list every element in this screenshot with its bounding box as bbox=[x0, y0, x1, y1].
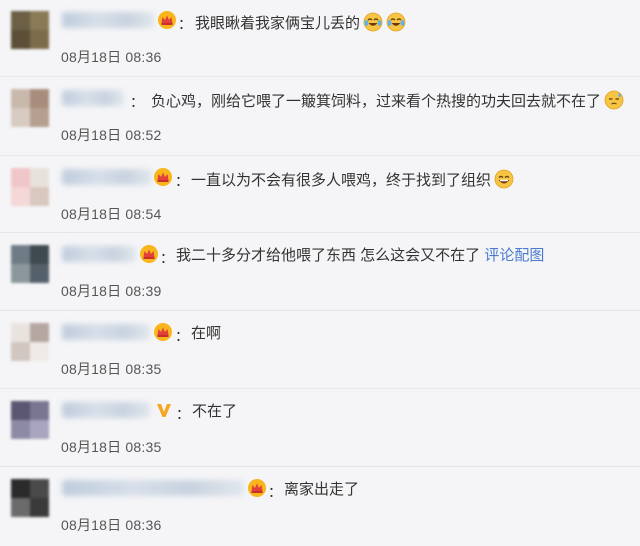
comment-time: 08月18日 08:36 bbox=[61, 517, 162, 533]
verified-v-badge-icon bbox=[154, 400, 174, 420]
cry-laugh-icon bbox=[363, 12, 383, 32]
crown-badge-icon bbox=[153, 322, 173, 342]
colon: ： bbox=[160, 250, 174, 266]
comment-time: 08月18日 08:36 bbox=[61, 49, 162, 65]
comment-item: ： 负心鸡，刚给它喂了一簸箕饲料，过来看个热搜的功夫回去就不在了 08月18日 … bbox=[0, 78, 640, 156]
comment-time: 08月18日 08:39 bbox=[61, 283, 162, 299]
comment-item: ： 我二十多分才给他喂了东西 怎么这会又不在了 评论配图 08月18日 08:3… bbox=[0, 234, 640, 312]
divider bbox=[0, 76, 640, 77]
colon: ： bbox=[175, 173, 189, 189]
comment-text: 一直以为不会有很多人喂鸡，终于找到了组织 bbox=[191, 169, 514, 191]
comment-time: 08月18日 08:52 bbox=[61, 127, 162, 143]
comment-image-link[interactable]: 评论配图 bbox=[484, 247, 544, 264]
username-blurred[interactable] bbox=[62, 246, 136, 262]
divider bbox=[0, 232, 640, 233]
comment-text: 在啊 bbox=[191, 325, 222, 342]
colon: ： bbox=[176, 406, 190, 422]
cry-laugh-icon bbox=[386, 12, 406, 32]
comment-list: ： 我眼瞅着我家俩宝儿丢的 08月18日 08:36 ： 负心鸡，刚给它喂了一簸… bbox=[0, 0, 640, 540]
comment-time: 08月18日 08:35 bbox=[61, 439, 162, 455]
divider bbox=[0, 388, 640, 389]
comment-item: ： 在啊 08月18日 08:35 bbox=[0, 312, 640, 390]
colon: ： bbox=[268, 484, 282, 500]
username-blurred[interactable] bbox=[62, 90, 124, 106]
avatar[interactable] bbox=[11, 168, 49, 206]
divider bbox=[0, 155, 640, 156]
crown-badge-icon bbox=[157, 10, 177, 30]
crown-badge-icon bbox=[153, 167, 173, 187]
avatar[interactable] bbox=[11, 401, 49, 439]
sweat-icon bbox=[604, 90, 624, 110]
colon: ： bbox=[130, 94, 144, 110]
avatar[interactable] bbox=[11, 11, 49, 49]
colon: ： bbox=[178, 16, 192, 32]
crown-badge-icon bbox=[247, 478, 267, 498]
avatar[interactable] bbox=[11, 323, 49, 361]
crown-badge-icon bbox=[139, 244, 159, 264]
avatar[interactable] bbox=[11, 89, 49, 127]
username-blurred[interactable] bbox=[62, 402, 150, 418]
username-blurred[interactable] bbox=[62, 480, 244, 496]
comment-time: 08月18日 08:54 bbox=[61, 206, 162, 222]
username-blurred[interactable] bbox=[62, 169, 152, 185]
comment-text: 我眼瞅着我家俩宝儿丢的 bbox=[195, 12, 406, 34]
avatar[interactable] bbox=[11, 245, 49, 283]
divider bbox=[0, 466, 640, 467]
avatar[interactable] bbox=[11, 479, 49, 517]
comment-item: ： 不在了 08月18日 08:35 bbox=[0, 390, 640, 468]
comment-text: 我二十多分才给他喂了东西 怎么这会又不在了 评论配图 bbox=[176, 247, 545, 264]
comment-time: 08月18日 08:35 bbox=[61, 361, 162, 377]
comment-text: 不在了 bbox=[192, 403, 238, 420]
comment-item: ： 一直以为不会有很多人喂鸡，终于找到了组织 08月18日 08:54 bbox=[0, 157, 640, 235]
colon: ： bbox=[175, 328, 189, 344]
username-blurred[interactable] bbox=[62, 12, 154, 28]
comment-item: ： 离家出走了 08月18日 08:36 bbox=[0, 468, 640, 546]
comment-text: 负心鸡，刚给它喂了一簸箕饲料，过来看个热搜的功夫回去就不在了 bbox=[151, 90, 624, 112]
comment-text: 离家出走了 bbox=[284, 481, 360, 498]
username-blurred[interactable] bbox=[62, 324, 150, 340]
comment-item: ： 我眼瞅着我家俩宝儿丢的 08月18日 08:36 bbox=[0, 0, 640, 78]
divider bbox=[0, 310, 640, 311]
laugh-icon bbox=[494, 169, 514, 189]
